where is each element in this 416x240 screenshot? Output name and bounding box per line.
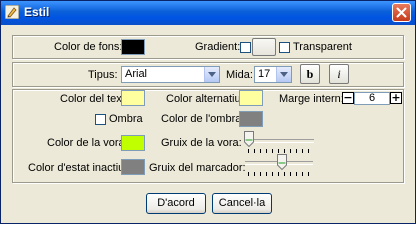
margin-input[interactable]: 6 [354,92,390,105]
gradient-label: Gradient: [195,41,241,53]
border-color-swatch[interactable] [121,135,145,151]
background-color-label: Color de fons: [54,41,123,53]
marker-width-slider-thumb[interactable] [277,154,287,170]
font-size-label: Mida: [226,69,253,81]
text-color-swatch[interactable] [121,90,145,106]
cancel-button[interactable]: Cancel·la [212,193,272,214]
alt-color-label: Color alternatiu: [166,93,244,105]
font-size-value: 17 [258,68,271,80]
gradient-color-button[interactable] [252,38,276,56]
pencil-icon [5,5,19,19]
border-width-label: Gruix de la vora: [161,137,242,149]
close-icon [396,7,407,18]
font-size-select[interactable]: 17 [254,66,292,83]
margin-label: Marge intern: [279,93,344,105]
alt-color-swatch[interactable] [239,90,263,106]
border-color-label: Color de la vora: [47,137,128,149]
inactive-color-label: Color d'estat inactiu: [28,162,128,174]
margin-value: 6 [369,92,376,104]
transparent-checkbox[interactable] [279,42,290,53]
italic-button[interactable]: i [329,64,349,84]
font-type-value: Arial [125,68,148,80]
border-width-slider-thumb[interactable] [244,131,254,147]
shadow-color-label: Color de l'ombra: [161,113,245,125]
border-width-slider-track[interactable] [244,139,314,143]
margin-decrease-button[interactable]: − [342,92,354,104]
chevron-down-icon [280,72,288,77]
text-color-label: Color del text: [60,93,128,105]
style-dialog: Estil Color de fons: Gradient: Transpare… [0,0,416,224]
font-size-dropdown-arrow[interactable] [276,67,291,82]
close-button[interactable] [392,3,411,22]
shadow-color-swatch[interactable] [239,111,263,127]
shadow-label: Ombra [109,113,143,125]
window-title: Estil [24,5,50,19]
marker-width-slider-ticks [248,172,312,176]
background-color-swatch[interactable] [121,39,145,55]
shadow-checkbox[interactable] [95,114,106,125]
inactive-color-swatch[interactable] [121,159,145,175]
border-width-slider-ticks [248,149,312,153]
font-type-select[interactable]: Arial [121,66,220,83]
gradient-checkbox[interactable] [240,42,251,53]
marker-width-label: Gruix del marcador: [149,162,246,174]
transparent-label: Transparent [293,41,352,53]
chevron-down-icon [208,72,216,77]
font-type-label: Tipus: [88,69,118,81]
font-type-dropdown-arrow[interactable] [204,67,219,82]
bold-button[interactable]: b [300,64,320,84]
title-bar[interactable]: Estil [1,1,415,25]
margin-increase-button[interactable]: + [390,92,402,104]
ok-button[interactable]: D'acord [146,193,206,214]
